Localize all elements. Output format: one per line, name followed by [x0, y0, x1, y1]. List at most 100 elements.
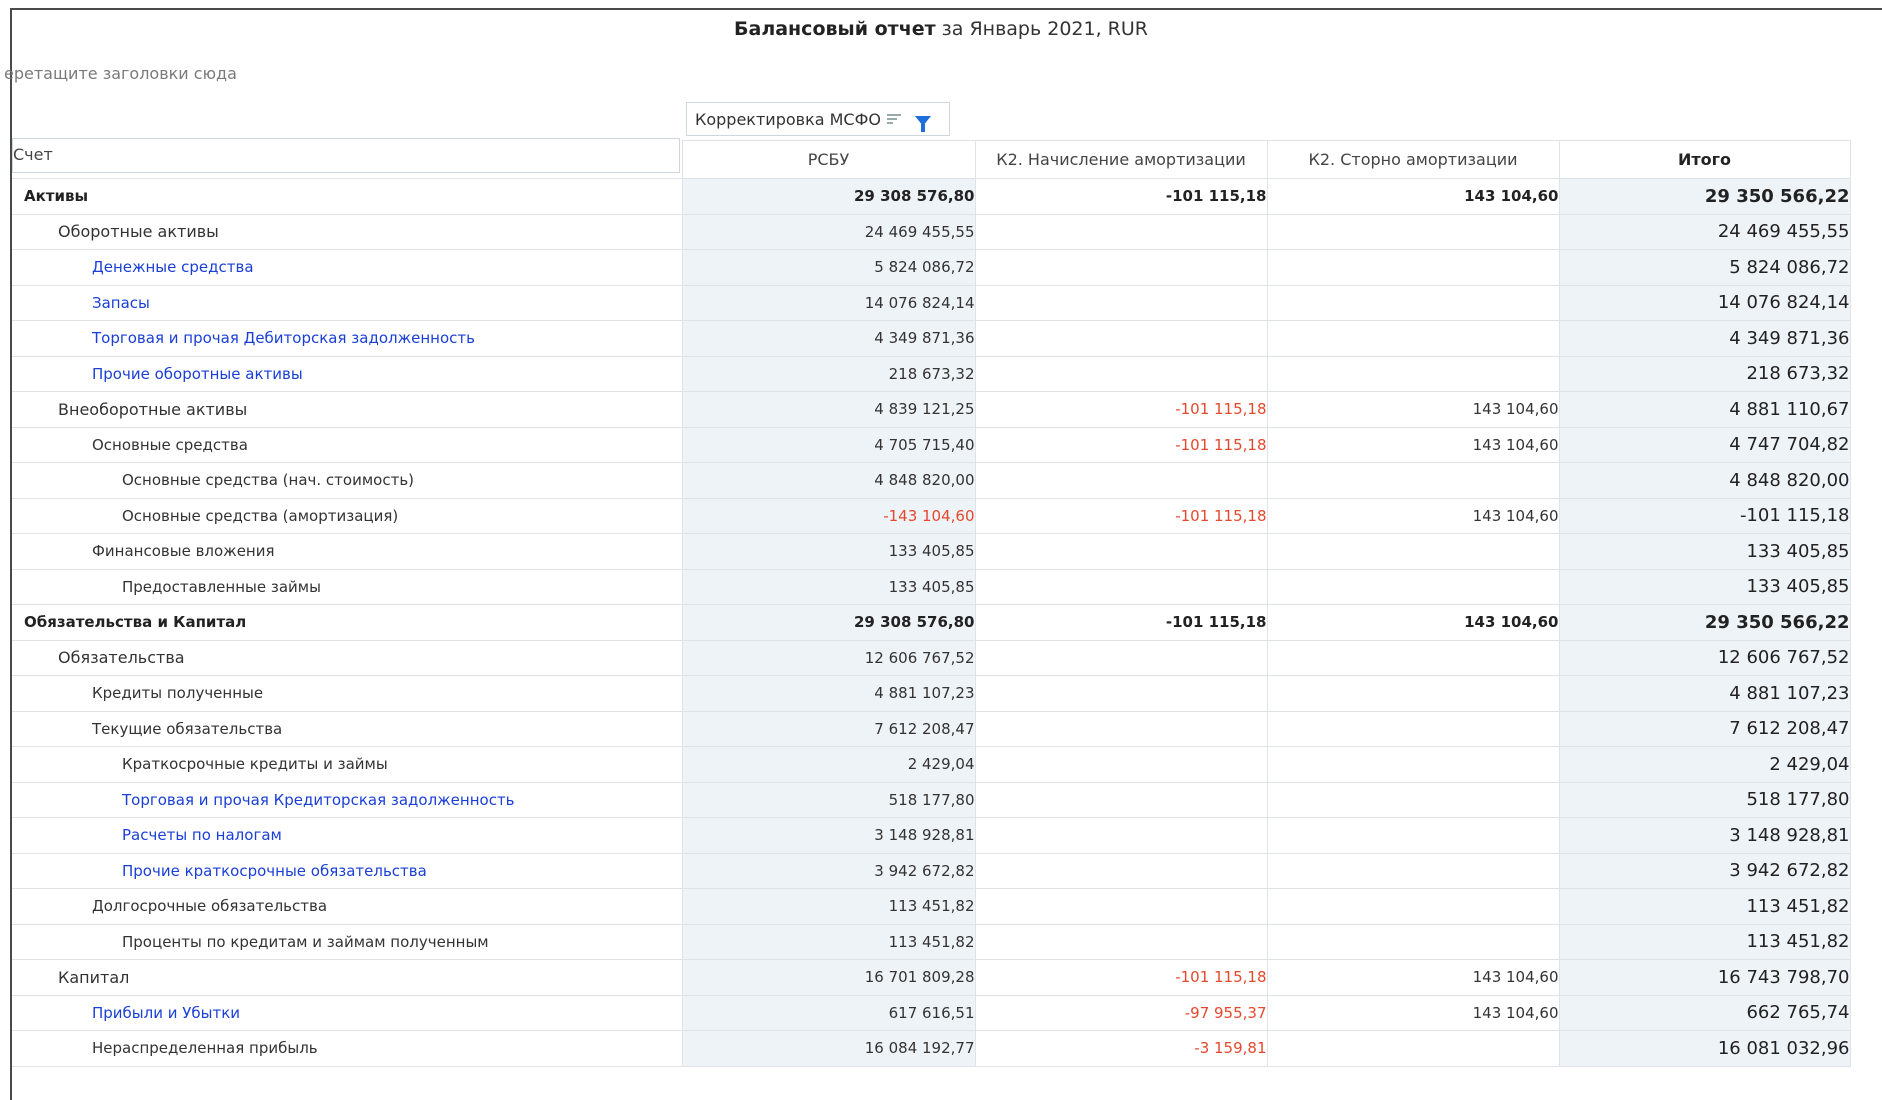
k2-accrual-cell: -101 115,18 [974, 391, 1268, 428]
k2-accrual-cell [974, 568, 1268, 605]
k2-storno-cell [1266, 639, 1560, 676]
k2-storno-cell: 143 104,60 [1266, 959, 1560, 996]
rsbu-cell: 29 308 576,80 [681, 604, 976, 641]
table-row[interactable]: Основные средства 4 705 715,40 -101 115,18… [12, 426, 1851, 463]
k2-accrual-cell [974, 249, 1268, 286]
rsbu-cell: 4 349 871,36 [681, 320, 976, 357]
column-header-total[interactable]: Итого [1558, 140, 1851, 179]
account-name-cell: Основные средства (амортизация) [12, 497, 682, 534]
table-row[interactable]: Капитал 16 701 809,28 -101 115,18 143 104,6… [12, 959, 1851, 996]
total-cell: 662 765,74 [1558, 994, 1851, 1031]
column-header-rsbu[interactable]: РСБУ [681, 140, 976, 179]
account-name-cell[interactable]: Прочие краткосрочные обязательства [12, 852, 682, 889]
table-row[interactable]: Оборотные активы 24 469 455,55 24 469 455,… [12, 213, 1851, 250]
column-header-k2-accrual[interactable]: К2. Начисление амортизации [974, 140, 1268, 179]
account-name-cell: Кредиты полученные [12, 675, 682, 712]
rsbu-cell: 4 848 820,00 [681, 462, 976, 499]
sort-lines-icon[interactable] [886, 113, 901, 125]
total-cell: 113 451,82 [1558, 888, 1851, 925]
k2-storno-cell [1266, 888, 1560, 925]
account-name-cell[interactable]: Прибыли и Убытки [12, 994, 682, 1031]
rsbu-cell: 4 705 715,40 [681, 426, 976, 463]
rsbu-cell: 617 616,51 [681, 994, 976, 1031]
k2-accrual-cell [974, 355, 1268, 392]
k2-accrual-cell [974, 923, 1268, 960]
total-cell: 7 612 208,47 [1558, 710, 1851, 747]
rsbu-cell: 133 405,85 [681, 533, 976, 570]
k2-storno-cell: 143 104,60 [1266, 391, 1560, 428]
k2-accrual-cell [974, 639, 1268, 676]
table-row[interactable]: Обязательства 12 606 767,52 12 606 767,52 [12, 639, 1851, 676]
account-name-cell: Краткосрочные кредиты и займы [12, 746, 682, 783]
k2-storno-cell: 143 104,60 [1266, 994, 1560, 1031]
table-row[interactable]: Долгосрочные обязательства 113 451,82 113 … [12, 888, 1851, 925]
k2-storno-cell [1266, 284, 1560, 321]
k2-storno-cell [1266, 249, 1560, 286]
total-cell: 16 081 032,96 [1558, 1030, 1851, 1067]
account-name-cell[interactable]: Торговая и прочая Кредиторская задолженн… [12, 781, 682, 818]
account-name-cell: Предоставленные займы [12, 568, 682, 605]
rsbu-cell: 12 606 767,52 [681, 639, 976, 676]
total-cell: 218 673,32 [1558, 355, 1851, 392]
total-cell: 5 824 086,72 [1558, 249, 1851, 286]
table-row[interactable]: Проценты по кредитам и займам полученным… [12, 923, 1851, 960]
table-row[interactable]: Нераспределенная прибыль 16 084 192,77 -3 … [12, 1030, 1851, 1067]
account-name-cell[interactable]: Расчеты по налогам [12, 817, 682, 854]
k2-storno-cell [1266, 355, 1560, 392]
table-row[interactable]: Запасы 14 076 824,14 14 076 824,14 [12, 284, 1851, 321]
k2-accrual-cell: -101 115,18 [974, 426, 1268, 463]
table-row[interactable]: Денежные средства 5 824 086,72 5 824 086,7… [12, 249, 1851, 286]
rsbu-cell: 113 451,82 [681, 888, 976, 925]
k2-accrual-cell [974, 781, 1268, 818]
table-row[interactable]: Внеоборотные активы 4 839 121,25 -101 115,… [12, 391, 1851, 428]
table-row[interactable]: Краткосрочные кредиты и займы 2 429,04 2 4… [12, 746, 1851, 783]
adjustment-filter-chip[interactable]: Корректировка МСФО [686, 102, 950, 136]
account-name-cell: Долгосрочные обязательства [12, 888, 682, 925]
rsbu-cell: 29 308 576,80 [681, 178, 976, 215]
account-name-cell: Обязательства и Капитал [12, 604, 682, 641]
table-row[interactable]: Основные средства (нач. стоимость) 4 848 … [12, 462, 1851, 499]
rsbu-cell: 518 177,80 [681, 781, 976, 818]
k2-storno-cell [1266, 568, 1560, 605]
k2-accrual-cell: -101 115,18 [974, 497, 1268, 534]
rsbu-cell: 16 701 809,28 [681, 959, 976, 996]
k2-accrual-cell [974, 817, 1268, 854]
total-cell: 2 429,04 [1558, 746, 1851, 783]
group-drop-zone[interactable]: еретащите заголовки сюда [4, 64, 237, 83]
table-row[interactable]: Предоставленные займы 133 405,85 133 405,8… [12, 568, 1851, 605]
total-cell: 113 451,82 [1558, 923, 1851, 960]
filter-funnel-icon[interactable] [914, 116, 931, 132]
rsbu-cell: 218 673,32 [681, 355, 976, 392]
table-row[interactable]: Прочие краткосрочные обязательства 3 942 … [12, 852, 1851, 889]
rsbu-cell: 5 824 086,72 [681, 249, 976, 286]
table-row[interactable]: Прибыли и Убытки 617 616,51 -97 955,37 143 … [12, 994, 1851, 1031]
table-row[interactable]: Обязательства и Капитал 29 308 576,80 -101… [12, 604, 1851, 641]
table-row[interactable]: Текущие обязательства 7 612 208,47 7 612 2… [12, 710, 1851, 747]
total-cell: 24 469 455,55 [1558, 213, 1851, 250]
column-header-account[interactable]: Счет [12, 138, 680, 173]
account-name-cell[interactable]: Запасы [12, 284, 682, 321]
table-row[interactable]: Торговая и прочая Дебиторская задолженно… [12, 320, 1851, 357]
table-row[interactable]: Финансовые вложения 133 405,85 133 405,85 [12, 533, 1851, 570]
k2-accrual-cell [974, 746, 1268, 783]
table-row[interactable]: Торговая и прочая Кредиторская задолженн… [12, 781, 1851, 818]
column-header-k2-storno[interactable]: К2. Сторно амортизации [1266, 140, 1560, 179]
account-name-cell: Внеоборотные активы [12, 391, 682, 428]
k2-storno-cell [1266, 710, 1560, 747]
table-row[interactable]: Активы 29 308 576,80 -101 115,18 143 104,60… [12, 178, 1851, 215]
account-name-cell: Проценты по кредитам и займам полученным [12, 923, 682, 960]
account-name-cell[interactable]: Денежные средства [12, 249, 682, 286]
total-cell: 14 076 824,14 [1558, 284, 1851, 321]
account-name-cell: Основные средства (нач. стоимость) [12, 462, 682, 499]
k2-storno-cell [1266, 675, 1560, 712]
table-row[interactable]: Основные средства (амортизация) -143 104,… [12, 497, 1851, 534]
adjustment-filter-label: Корректировка МСФО [695, 109, 881, 129]
k2-accrual-cell: -97 955,37 [974, 994, 1268, 1031]
total-cell: 16 743 798,70 [1558, 959, 1851, 996]
table-row[interactable]: Прочие оборотные активы 218 673,32 218 673… [12, 355, 1851, 392]
account-name-cell: Нераспределенная прибыль [12, 1030, 682, 1067]
table-row[interactable]: Кредиты полученные 4 881 107,23 4 881 107,… [12, 675, 1851, 712]
account-name-cell[interactable]: Торговая и прочая Дебиторская задолженно… [12, 320, 682, 357]
table-row[interactable]: Расчеты по налогам 3 148 928,81 3 148 928,… [12, 817, 1851, 854]
account-name-cell[interactable]: Прочие оборотные активы [12, 355, 682, 392]
